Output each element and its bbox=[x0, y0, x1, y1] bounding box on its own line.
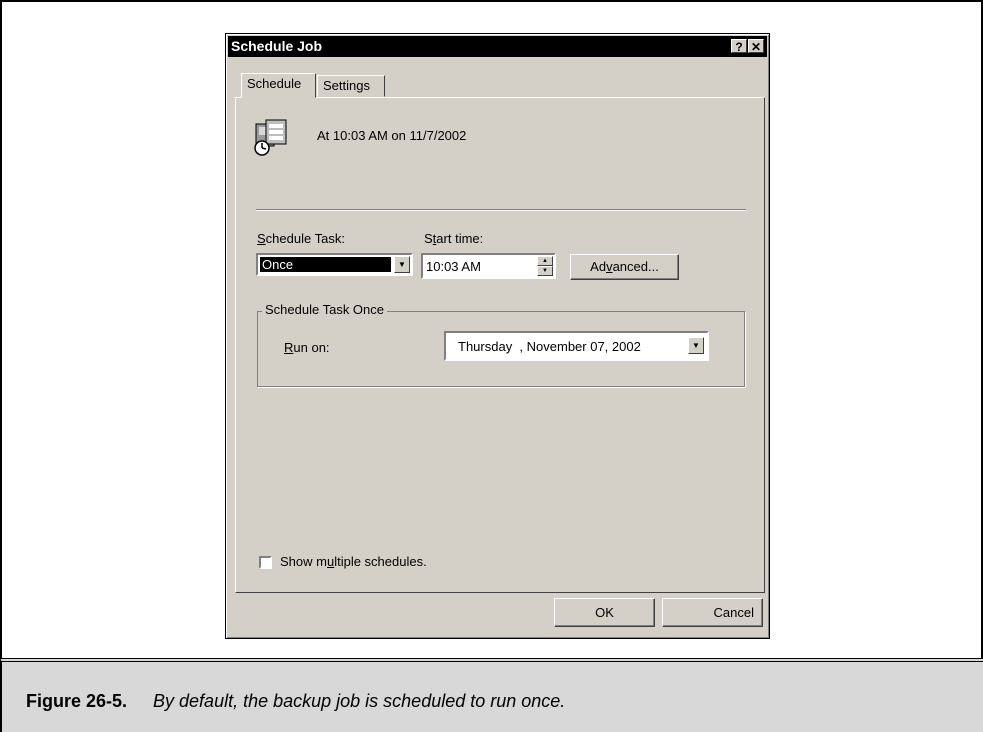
time-spinner[interactable]: ▲ ▼ bbox=[537, 256, 553, 276]
spin-down-icon[interactable]: ▼ bbox=[537, 266, 553, 276]
start-time-value: 10:03 AM bbox=[426, 259, 481, 274]
caption-band: Figure 26-5. By default, the backup job i… bbox=[0, 658, 983, 732]
chevron-down-icon[interactable]: ▼ bbox=[688, 337, 704, 354]
close-button[interactable]: ✕ bbox=[748, 39, 764, 54]
advanced-button[interactable]: Advanced... bbox=[570, 254, 679, 280]
figure-number: Figure 26-5. bbox=[26, 691, 128, 711]
run-on-date-picker[interactable]: Thursday , November 07, 2002 ▼ bbox=[444, 331, 709, 361]
schedule-task-label: Schedule Task: bbox=[257, 231, 345, 246]
show-multiple-label[interactable]: Show multiple schedules. bbox=[280, 554, 427, 569]
start-time-label: Start time: bbox=[424, 231, 484, 246]
show-multiple-checkbox[interactable] bbox=[259, 556, 272, 569]
dialog-title: Schedule Job bbox=[231, 38, 323, 54]
ok-button[interactable]: OK bbox=[554, 598, 655, 627]
schedule-task-dropdown[interactable]: Once ▼ bbox=[256, 253, 413, 276]
tab-schedule[interactable]: Schedule bbox=[241, 73, 316, 98]
chevron-down-icon[interactable]: ▼ bbox=[394, 256, 410, 273]
start-time-input[interactable]: 10:03 AM ▲ ▼ bbox=[421, 253, 556, 279]
schedule-summary: At 10:03 AM on 11/7/2002 bbox=[317, 128, 467, 143]
group-legend: Schedule Task Once bbox=[262, 302, 387, 317]
schedule-task-selected: Once bbox=[260, 257, 391, 272]
help-button[interactable]: ? bbox=[731, 39, 747, 54]
divider bbox=[256, 209, 746, 211]
title-bar[interactable]: Schedule Job ? ✕ bbox=[228, 36, 767, 57]
figure-caption: Figure 26-5. By default, the backup job i… bbox=[26, 691, 565, 712]
tab-settings[interactable]: Settings bbox=[317, 75, 385, 97]
caption-text: By default, the backup job is scheduled … bbox=[153, 691, 566, 711]
schedule-job-dialog: Schedule Job ? ✕ Schedule Settings At 10… bbox=[225, 33, 770, 639]
run-on-date-value: Thursday , November 07, 2002 bbox=[458, 339, 641, 354]
spin-up-icon[interactable]: ▲ bbox=[537, 256, 553, 266]
scheduled-task-icon bbox=[254, 119, 287, 156]
run-on-label: Run on: bbox=[284, 340, 330, 355]
cancel-button[interactable]: Cancel bbox=[662, 598, 763, 627]
